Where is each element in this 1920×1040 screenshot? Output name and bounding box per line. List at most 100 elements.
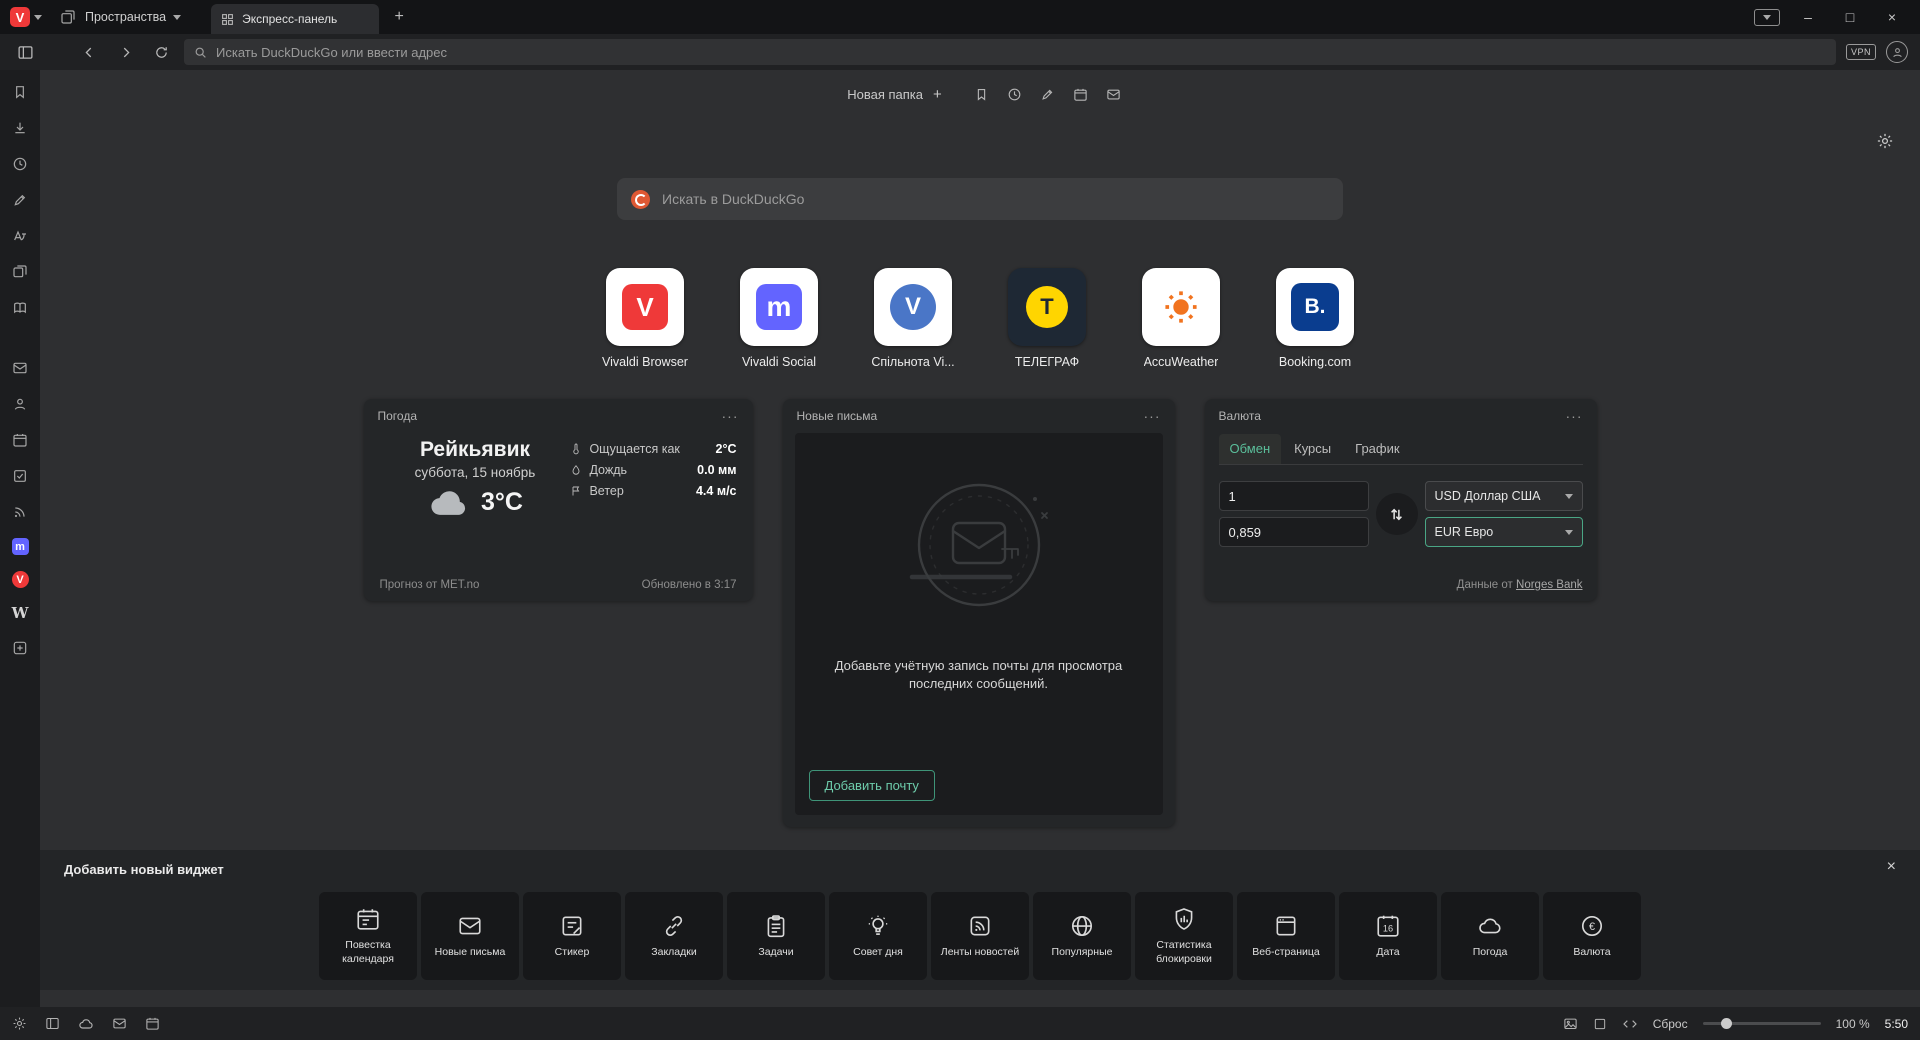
zoom-slider-handle[interactable] [1721, 1018, 1732, 1029]
norges-bank-link[interactable]: Norges Bank [1516, 579, 1582, 591]
spaces-button[interactable]: Пространства [48, 7, 191, 27]
amount-from-input[interactable] [1219, 481, 1369, 511]
date-icon: 16 [1375, 913, 1401, 939]
downloads-panel-icon[interactable] [10, 118, 30, 138]
dial-vivaldi-browser[interactable]: V Vivaldi Browser [592, 268, 698, 369]
dial-label: Спільнота Vi... [871, 355, 954, 369]
widget-tile-sticker[interactable]: Стикер [523, 892, 621, 980]
notes-panel-icon[interactable] [10, 190, 30, 210]
currency-from-value: USD Доллар США [1435, 489, 1541, 503]
tasks-panel-icon[interactable] [10, 466, 30, 486]
blocker-stats-icon [1171, 906, 1197, 932]
address-placeholder: Искать DuckDuckGo или ввести адрес [216, 45, 447, 60]
zoom-slider[interactable] [1703, 1022, 1821, 1025]
widget-tile-tasks[interactable]: Задачи [727, 892, 825, 980]
close-panel-icon[interactable]: × [1887, 858, 1896, 876]
tab-exchange[interactable]: Обмен [1219, 434, 1282, 464]
dial-booking[interactable]: B. Booking.com [1262, 268, 1368, 369]
capture-page-icon[interactable] [1563, 1016, 1578, 1031]
widget-tile-webpage[interactable]: Веб-страница [1237, 892, 1335, 980]
mail-widget-menu-button[interactable]: ··· [1144, 408, 1161, 424]
widget-tile-tip-of-day[interactable]: Совет дня [829, 892, 927, 980]
reading-list-panel-icon[interactable] [10, 298, 30, 318]
feeds-panel-icon[interactable] [10, 502, 30, 522]
history-panel-icon[interactable] [10, 154, 30, 174]
widget-tile-calendar-agenda[interactable]: Повестка календаря [319, 892, 417, 980]
reload-button[interactable] [148, 39, 174, 65]
swap-currencies-button[interactable] [1376, 493, 1418, 535]
dial-accuweather[interactable]: AccuWeather [1128, 268, 1234, 369]
tile-label: Ленты новостей [941, 946, 1019, 959]
currency-to-select[interactable]: EUR Евро [1425, 517, 1583, 547]
tiling-icon[interactable] [1593, 1017, 1607, 1031]
panel-toggle-icon[interactable] [45, 1016, 60, 1031]
popular-globe-icon [1069, 913, 1095, 939]
currency-source: Данные от Norges Bank [1457, 579, 1583, 591]
contacts-panel-icon[interactable] [10, 394, 30, 414]
bookmarks-nav-icon[interactable] [974, 87, 989, 102]
tile-label: Совет дня [853, 946, 903, 959]
widget-tile-bookmarks[interactable]: Закладки [625, 892, 723, 980]
add-web-panel-icon[interactable] [10, 638, 30, 658]
add-mail-account-button[interactable]: Добавить почту [809, 770, 935, 801]
widget-tile-popular[interactable]: Популярные [1033, 892, 1131, 980]
vivaldi-web-panel-icon[interactable]: V [12, 571, 29, 588]
history-nav-icon[interactable] [1007, 87, 1022, 102]
minimize-button[interactable]: – [1794, 9, 1822, 25]
mail-status-icon[interactable] [112, 1016, 127, 1031]
quick-nav-icons [974, 87, 1121, 102]
calendar-status-icon[interactable] [145, 1016, 160, 1031]
forward-button[interactable] [112, 39, 138, 65]
widget-tile-weather[interactable]: Погода [1441, 892, 1539, 980]
close-window-button[interactable]: × [1878, 9, 1906, 25]
settings-gear-icon[interactable] [12, 1016, 27, 1031]
dial-telegraf[interactable]: Т ТЕЛЕГРАФ [994, 268, 1100, 369]
amount-to-input[interactable] [1219, 517, 1369, 547]
maximize-button[interactable]: □ [1836, 9, 1864, 25]
weather-city: Рейкьявик [380, 438, 571, 462]
tab-graph[interactable]: График [1344, 434, 1410, 464]
bookmarks-panel-icon[interactable] [10, 82, 30, 102]
address-bar[interactable]: Искать DuckDuckGo или ввести адрес [184, 39, 1836, 65]
page-actions-icon[interactable] [1622, 1016, 1638, 1032]
dial-vivaldi-community[interactable]: V Спільнота Vi... [860, 268, 966, 369]
new-tab-button[interactable]: + [385, 8, 413, 26]
currency-widget-menu-button[interactable]: ··· [1566, 408, 1583, 424]
vpn-badge[interactable]: VPN [1846, 44, 1876, 60]
translate-panel-icon[interactable] [10, 226, 30, 246]
start-page-settings-gear-icon[interactable] [1876, 132, 1894, 150]
profile-avatar[interactable] [1886, 41, 1908, 63]
tasks-icon [763, 913, 789, 939]
vivaldi-menu-button[interactable]: V [10, 7, 42, 27]
widget-tile-date[interactable]: 16 Дата [1339, 892, 1437, 980]
tab-tiling-button[interactable] [1754, 9, 1780, 26]
weather-wind-row: Ветер 4.4 м/с [570, 484, 736, 498]
tab-rates[interactable]: Курсы [1283, 434, 1342, 464]
widget-tile-blocker-stats[interactable]: Статистика блокировки [1135, 892, 1233, 980]
calendar-nav-icon[interactable] [1073, 87, 1088, 102]
widget-tile-news-feeds[interactable]: Ленты новостей [931, 892, 1029, 980]
zoom-reset-button[interactable]: Сброс [1653, 1017, 1688, 1031]
panel-toggle-button[interactable] [12, 39, 38, 65]
widget-tile-new-mail[interactable]: Новые письма [421, 892, 519, 980]
new-folder-button[interactable]: Новая папка + [839, 82, 950, 107]
mail-widget: Новые письма ··· [783, 399, 1175, 827]
back-button[interactable] [76, 39, 102, 65]
start-page-search-field[interactable]: Искать в DuckDuckGo [617, 178, 1343, 220]
mastodon-web-panel-icon[interactable]: m [12, 538, 29, 555]
window-body: m V W Новая папка + [0, 70, 1920, 1007]
windows-panel-icon[interactable] [10, 262, 30, 282]
mail-panel-icon[interactable] [10, 358, 30, 378]
dial-vivaldi-social[interactable]: m Vivaldi Social [726, 268, 832, 369]
add-folder-plus-icon: + [933, 86, 942, 103]
currency-from-select[interactable]: USD Доллар США [1425, 481, 1583, 511]
calendar-panel-icon[interactable] [10, 430, 30, 450]
wikipedia-web-panel-icon[interactable]: W [12, 604, 29, 622]
mail-nav-icon[interactable] [1106, 87, 1121, 102]
tab-speed-dial[interactable]: Экспресс-панель [211, 4, 379, 34]
vivaldi-community-icon: V [890, 284, 936, 330]
widget-tile-currency[interactable]: € Валюта [1543, 892, 1641, 980]
sync-cloud-icon[interactable] [78, 1016, 94, 1032]
weather-widget-menu-button[interactable]: ··· [722, 408, 739, 424]
notes-nav-icon[interactable] [1040, 87, 1055, 102]
